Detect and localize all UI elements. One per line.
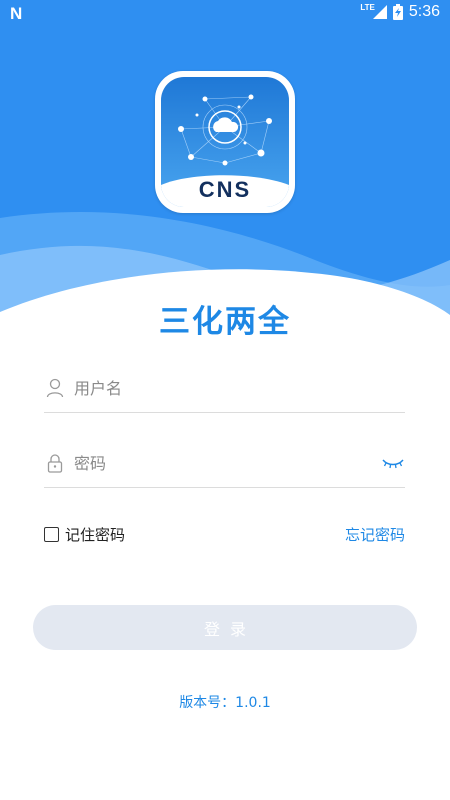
status-time: 5:36 [408,3,440,20]
app-logo: CNS [155,71,295,213]
password-field [44,443,405,488]
forgot-password-link[interactable]: 忘记密码 [345,524,405,545]
app-title: 三化两全 [159,304,291,340]
remember-password-toggle[interactable]: 记住密码 [44,524,125,545]
battery-charging-icon [392,4,403,20]
lock-icon [47,454,63,473]
logo-text: CNS [198,177,252,202]
login-button[interactable]: 登录 [33,605,417,650]
eye-closed-icon[interactable] [381,457,405,471]
password-input[interactable] [74,449,374,477]
username-input[interactable] [74,374,374,402]
status-bar: N LTE 5:36 [0,0,450,28]
remember-password-label: 记住密码 [65,526,126,544]
username-field [44,368,405,413]
login-screen: N LTE 5:36 CNS 三化两全 用户名 记住密码 忘记密码 登录 版本号… [0,0,450,800]
user-icon [46,378,64,398]
app-logo-graphic: CNS [161,77,289,207]
remember-password-checkbox[interactable] [44,527,59,542]
notification-n-icon: N [10,4,23,23]
version-label: 版本号：1.0.1 [179,695,271,711]
network-type-label: LTE [360,2,375,12]
status-icons: LTE 5:36 [360,3,440,21]
